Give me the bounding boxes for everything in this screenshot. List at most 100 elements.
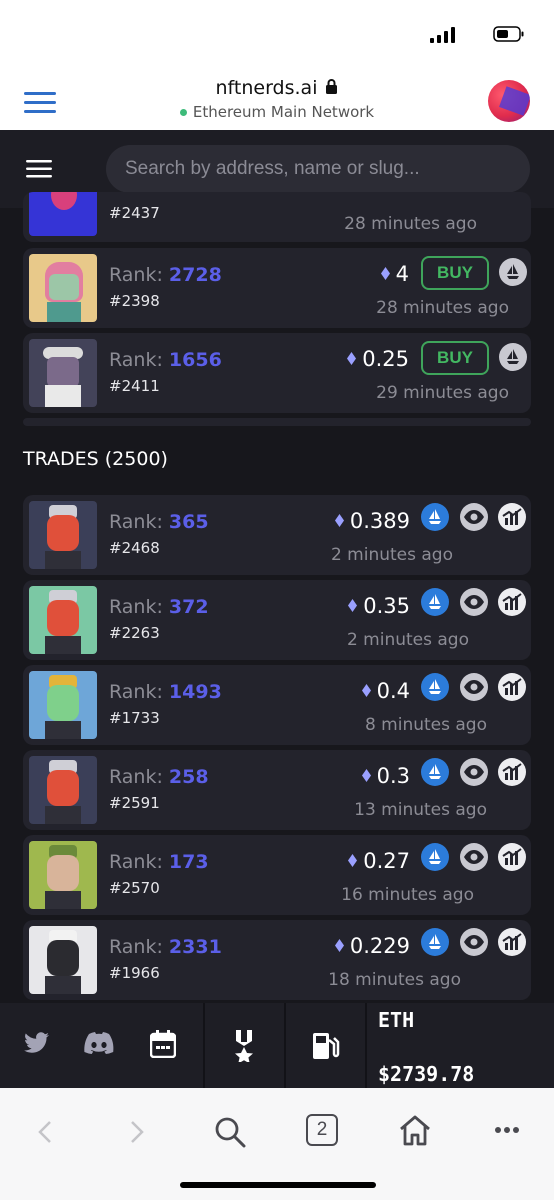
trade-price: 0.3	[361, 764, 410, 788]
rank-value: 258	[168, 766, 209, 788]
eye-icon[interactable]	[460, 758, 488, 786]
rank-value: 173	[168, 851, 209, 873]
trade-card[interactable]: Rank: 173 #2570 0.27 16 minutes ago	[23, 835, 531, 915]
rank-value: 372	[168, 596, 209, 618]
calendar-icon[interactable]	[150, 1030, 176, 1058]
rank-value: 1493	[168, 681, 222, 703]
twitter-icon[interactable]	[24, 1032, 50, 1054]
opensea-icon[interactable]	[421, 503, 449, 531]
trade-price: 0.4	[361, 679, 410, 703]
listing-card[interactable]	[23, 418, 531, 426]
forward-icon[interactable]	[130, 1120, 144, 1144]
hamburger-icon[interactable]	[26, 160, 52, 178]
rank-text: Rank: 2728	[109, 264, 222, 286]
listing-card[interactable]: Rank: 2728 #2398 4 BUY 28 minutes ago	[23, 248, 531, 328]
eye-icon[interactable]	[460, 503, 488, 531]
network-status-dot	[179, 109, 187, 116]
token-id: #2591	[109, 794, 160, 812]
opensea-icon[interactable]	[499, 343, 527, 371]
trade-time: 18 minutes ago	[328, 970, 461, 990]
signal-icon	[430, 27, 455, 43]
back-icon[interactable]	[38, 1120, 52, 1144]
chart-icon[interactable]	[498, 588, 526, 616]
chart-icon[interactable]	[498, 843, 526, 871]
trade-price: 0.35	[348, 594, 410, 618]
trade-time: 13 minutes ago	[354, 800, 487, 820]
eth-icon	[380, 267, 390, 280]
trade-time: 16 minutes ago	[341, 885, 474, 905]
nft-thumbnail	[29, 339, 97, 407]
trade-price: 0.229	[334, 934, 410, 958]
rank-text: Rank: 173	[109, 851, 209, 873]
listing-price: 0.25	[347, 347, 409, 371]
status-time: 07:43	[44, 22, 115, 47]
toolbar-divider	[365, 1003, 367, 1088]
award-icon[interactable]	[233, 1030, 255, 1062]
token-id: #1733	[109, 709, 160, 727]
opensea-icon[interactable]	[421, 758, 449, 786]
site-domain[interactable]: nftnerds.ai	[0, 77, 554, 99]
token-id: #2437	[109, 204, 160, 222]
chart-icon[interactable]	[498, 673, 526, 701]
home-indicator	[180, 1182, 376, 1188]
gas-icon[interactable]	[312, 1032, 340, 1060]
opensea-icon[interactable]	[421, 588, 449, 616]
home-icon[interactable]	[398, 1114, 432, 1146]
nft-thumbnail	[29, 586, 97, 654]
rank-value: 2728	[168, 264, 222, 286]
eye-icon[interactable]	[460, 673, 488, 701]
eth-price: $2739.78	[378, 1062, 475, 1086]
nft-thumbnail	[29, 671, 97, 739]
domain-text: nftnerds.ai	[215, 77, 318, 99]
eye-icon[interactable]	[460, 588, 488, 616]
network-label: Ethereum Main Network	[192, 103, 375, 121]
rank-text: Rank: 2331	[109, 936, 222, 958]
eye-icon[interactable]	[460, 928, 488, 956]
currency-label: ETH	[378, 1008, 415, 1032]
chart-icon[interactable]	[498, 503, 526, 531]
wallet-avatar[interactable]	[488, 80, 530, 122]
listing-card[interactable]: Rank: 1656 #2411 0.25 BUY 29 minutes ago	[23, 333, 531, 413]
chart-icon[interactable]	[498, 758, 526, 786]
rank-value: 365	[168, 511, 209, 533]
rank-text: Rank: 1493	[109, 681, 222, 703]
listing-card[interactable]: #2437 28 minutes ago	[23, 192, 531, 242]
nft-thumbnail	[29, 841, 97, 909]
tabs-button[interactable]: 2	[306, 1114, 338, 1146]
opensea-icon[interactable]	[421, 673, 449, 701]
opensea-icon[interactable]	[499, 258, 527, 286]
trade-time: 8 minutes ago	[364, 715, 487, 735]
trade-card[interactable]: Rank: 258 #2591 0.3 13 minutes ago	[23, 750, 531, 830]
trade-card[interactable]: Rank: 1493 #1733 0.4 8 minutes ago	[23, 665, 531, 745]
search-icon[interactable]	[214, 1116, 246, 1148]
eye-icon[interactable]	[460, 843, 488, 871]
trade-card[interactable]: Rank: 372 #2263 0.35 2 minutes ago	[23, 580, 531, 660]
nft-thumbnail	[29, 756, 97, 824]
eth-icon	[334, 939, 344, 952]
rank-text: Rank: 372	[109, 596, 209, 618]
rank-text: Rank: 365	[109, 511, 209, 533]
eth-icon	[361, 769, 371, 782]
toolbar-divider	[203, 1003, 205, 1088]
more-icon[interactable]	[494, 1126, 520, 1134]
buy-button[interactable]: BUY	[421, 256, 489, 290]
rank-text: Rank: 258	[109, 766, 209, 788]
eth-icon	[348, 599, 358, 612]
listing-time: 28 minutes ago	[344, 214, 477, 234]
trade-price: 0.389	[334, 509, 410, 533]
eth-icon	[347, 352, 357, 365]
opensea-icon[interactable]	[421, 843, 449, 871]
token-id: #2468	[109, 539, 160, 557]
opensea-icon[interactable]	[421, 928, 449, 956]
eth-icon	[334, 514, 344, 527]
nft-thumbnail	[29, 501, 97, 569]
discord-icon[interactable]	[84, 1032, 114, 1054]
network-indicator: Ethereum Main Network	[0, 103, 554, 121]
trade-card[interactable]: Rank: 365 #2468 0.389 2 minutes ago	[23, 495, 531, 575]
eth-icon	[361, 684, 371, 697]
nft-thumbnail	[29, 192, 97, 236]
token-id: #1966	[109, 964, 160, 982]
buy-button[interactable]: BUY	[421, 341, 489, 375]
chart-icon[interactable]	[498, 928, 526, 956]
trade-card[interactable]: Rank: 2331 #1966 0.229 18 minutes ago	[23, 920, 531, 1000]
